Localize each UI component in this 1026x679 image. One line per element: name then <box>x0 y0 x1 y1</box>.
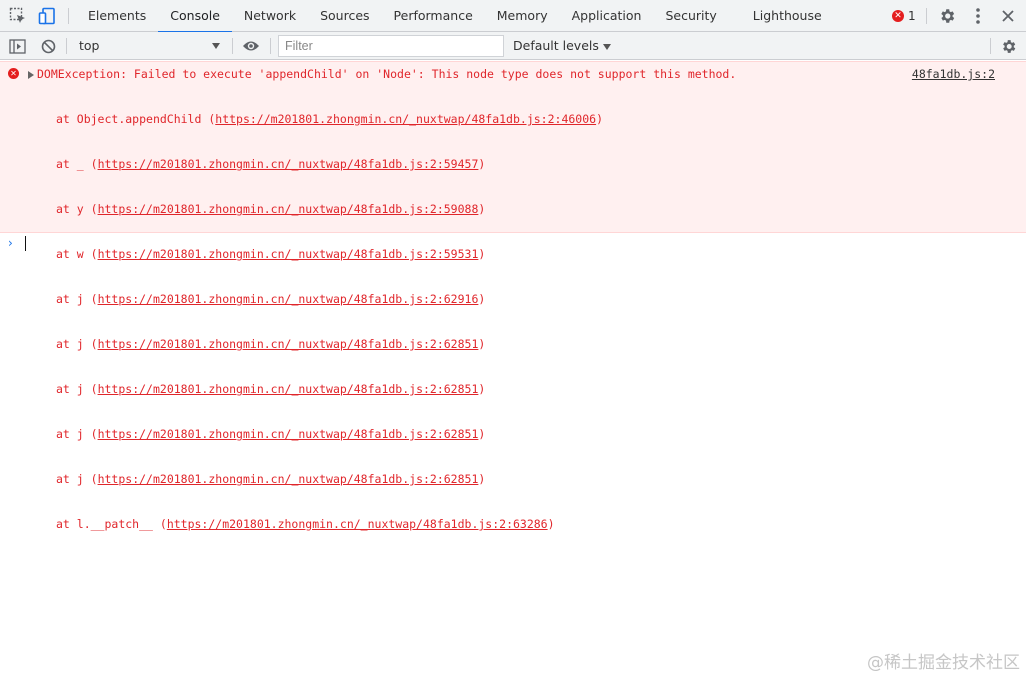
toolbar-divider <box>68 8 69 24</box>
tab-sources[interactable]: Sources <box>308 0 381 32</box>
toolbar-divider <box>66 38 67 54</box>
stack-frame: at _ (https://m201801.zhongmin.cn/_nuxtw… <box>56 157 486 171</box>
stack-frame-link[interactable]: https://m201801.zhongmin.cn/_nuxtwap/48f… <box>98 472 479 486</box>
stack-frame: at j (https://m201801.zhongmin.cn/_nuxtw… <box>56 292 486 306</box>
chevron-down-icon <box>602 43 611 50</box>
error-count: 1 <box>908 9 916 23</box>
more-vertical-icon[interactable] <box>968 6 988 26</box>
settings-gear-icon[interactable] <box>937 6 957 26</box>
stack-frame-function: j <box>76 337 84 351</box>
stack-frame: at j (https://m201801.zhongmin.cn/_nuxtw… <box>56 382 486 396</box>
toolbar-divider <box>926 8 927 24</box>
log-levels-label: Default levels <box>513 38 599 53</box>
stack-frame-link[interactable]: https://m201801.zhongmin.cn/_nuxtwap/48f… <box>98 157 479 171</box>
tab-console[interactable]: Console <box>158 0 232 33</box>
stack-frame-link[interactable]: https://m201801.zhongmin.cn/_nuxtwap/48f… <box>98 202 479 216</box>
device-toolbar-icon[interactable] <box>37 6 57 26</box>
execution-context-select[interactable]: top <box>74 36 226 56</box>
expand-triangle-icon[interactable] <box>28 71 34 79</box>
inspect-element-icon[interactable] <box>8 6 28 26</box>
clear-console-icon[interactable] <box>39 37 57 55</box>
stack-frame: at j (https://m201801.zhongmin.cn/_nuxtw… <box>56 427 486 441</box>
console-settings-icon[interactable] <box>999 37 1017 55</box>
watermark: @稀土掘金技术社区 <box>867 653 1020 673</box>
error-source-link[interactable]: 48fa1db.js:2 <box>912 67 995 82</box>
stack-frame-function: j <box>76 292 84 306</box>
stack-frame-link[interactable]: https://m201801.zhongmin.cn/_nuxtwap/48f… <box>98 337 479 351</box>
error-count-badge[interactable]: ✕ 1 <box>892 9 916 23</box>
tab-lighthouse[interactable]: Lighthouse <box>741 0 834 32</box>
toolbar-divider <box>270 38 271 54</box>
close-icon[interactable] <box>998 6 1018 26</box>
stack-frame-link[interactable]: https://m201801.zhongmin.cn/_nuxtwap/48f… <box>98 382 479 396</box>
tab-memory[interactable]: Memory <box>485 0 560 32</box>
toolbar-divider <box>990 38 991 54</box>
console-prompt[interactable]: › <box>0 234 1026 252</box>
stack-frame-function: _ <box>76 157 84 171</box>
error-circle-icon: ✕ <box>892 10 904 22</box>
stack-frame: at j (https://m201801.zhongmin.cn/_nuxtw… <box>56 472 486 486</box>
devtools-tabbar: Elements Console Network Sources Perform… <box>0 0 1026 33</box>
stack-frame-function: j <box>76 382 84 396</box>
stack-frame: at j (https://m201801.zhongmin.cn/_nuxtw… <box>56 337 486 351</box>
stack-frame: at y (https://m201801.zhongmin.cn/_nuxtw… <box>56 202 486 216</box>
error-icon: ✕ <box>8 68 19 79</box>
console-toolbar: top Default levels <box>0 32 1026 60</box>
tab-elements[interactable]: Elements <box>76 0 158 32</box>
filter-input[interactable] <box>278 35 504 57</box>
prompt-chevron-icon: › <box>8 236 13 250</box>
tab-application[interactable]: Application <box>560 0 654 32</box>
stack-frame-link[interactable]: https://m201801.zhongmin.cn/_nuxtwap/48f… <box>98 292 479 306</box>
stack-frame: at l.__patch__ (https://m201801.zhongmin… <box>56 517 555 531</box>
tab-network[interactable]: Network <box>232 0 308 32</box>
show-sidebar-icon[interactable] <box>8 37 26 55</box>
stack-trace: at Object.appendChild (https://m201801.z… <box>56 82 603 562</box>
stack-frame-function: Object.appendChild <box>76 112 202 126</box>
panel-tabs: Elements Console Network Sources Perform… <box>76 0 834 33</box>
stack-frame-function: y <box>76 202 84 216</box>
stack-frame-function: l.__patch__ <box>76 517 153 531</box>
tab-performance[interactable]: Performance <box>382 0 485 32</box>
toolbar-divider <box>232 38 233 54</box>
stack-frame-link[interactable]: https://m201801.zhongmin.cn/_nuxtwap/48f… <box>98 427 479 441</box>
execution-context-value: top <box>79 38 100 53</box>
chevron-down-icon <box>212 43 220 49</box>
log-levels-dropdown[interactable]: Default levels <box>513 36 611 56</box>
text-cursor <box>25 236 26 251</box>
error-message-text: DOMException: Failed to execute 'appendC… <box>37 67 737 81</box>
stack-frame-function: j <box>76 427 84 441</box>
stack-frame: at Object.appendChild (https://m201801.z… <box>56 112 604 126</box>
stack-frame-link[interactable]: https://m201801.zhongmin.cn/_nuxtwap/48f… <box>167 517 548 531</box>
stack-frame-link[interactable]: https://m201801.zhongmin.cn/_nuxtwap/48f… <box>215 112 596 126</box>
live-expression-icon[interactable] <box>241 37 261 55</box>
stack-frame-function: j <box>76 472 84 486</box>
console-error-message: ✕ DOMException: Failed to execute 'appen… <box>0 61 1026 531</box>
tab-security[interactable]: Security <box>653 0 740 32</box>
